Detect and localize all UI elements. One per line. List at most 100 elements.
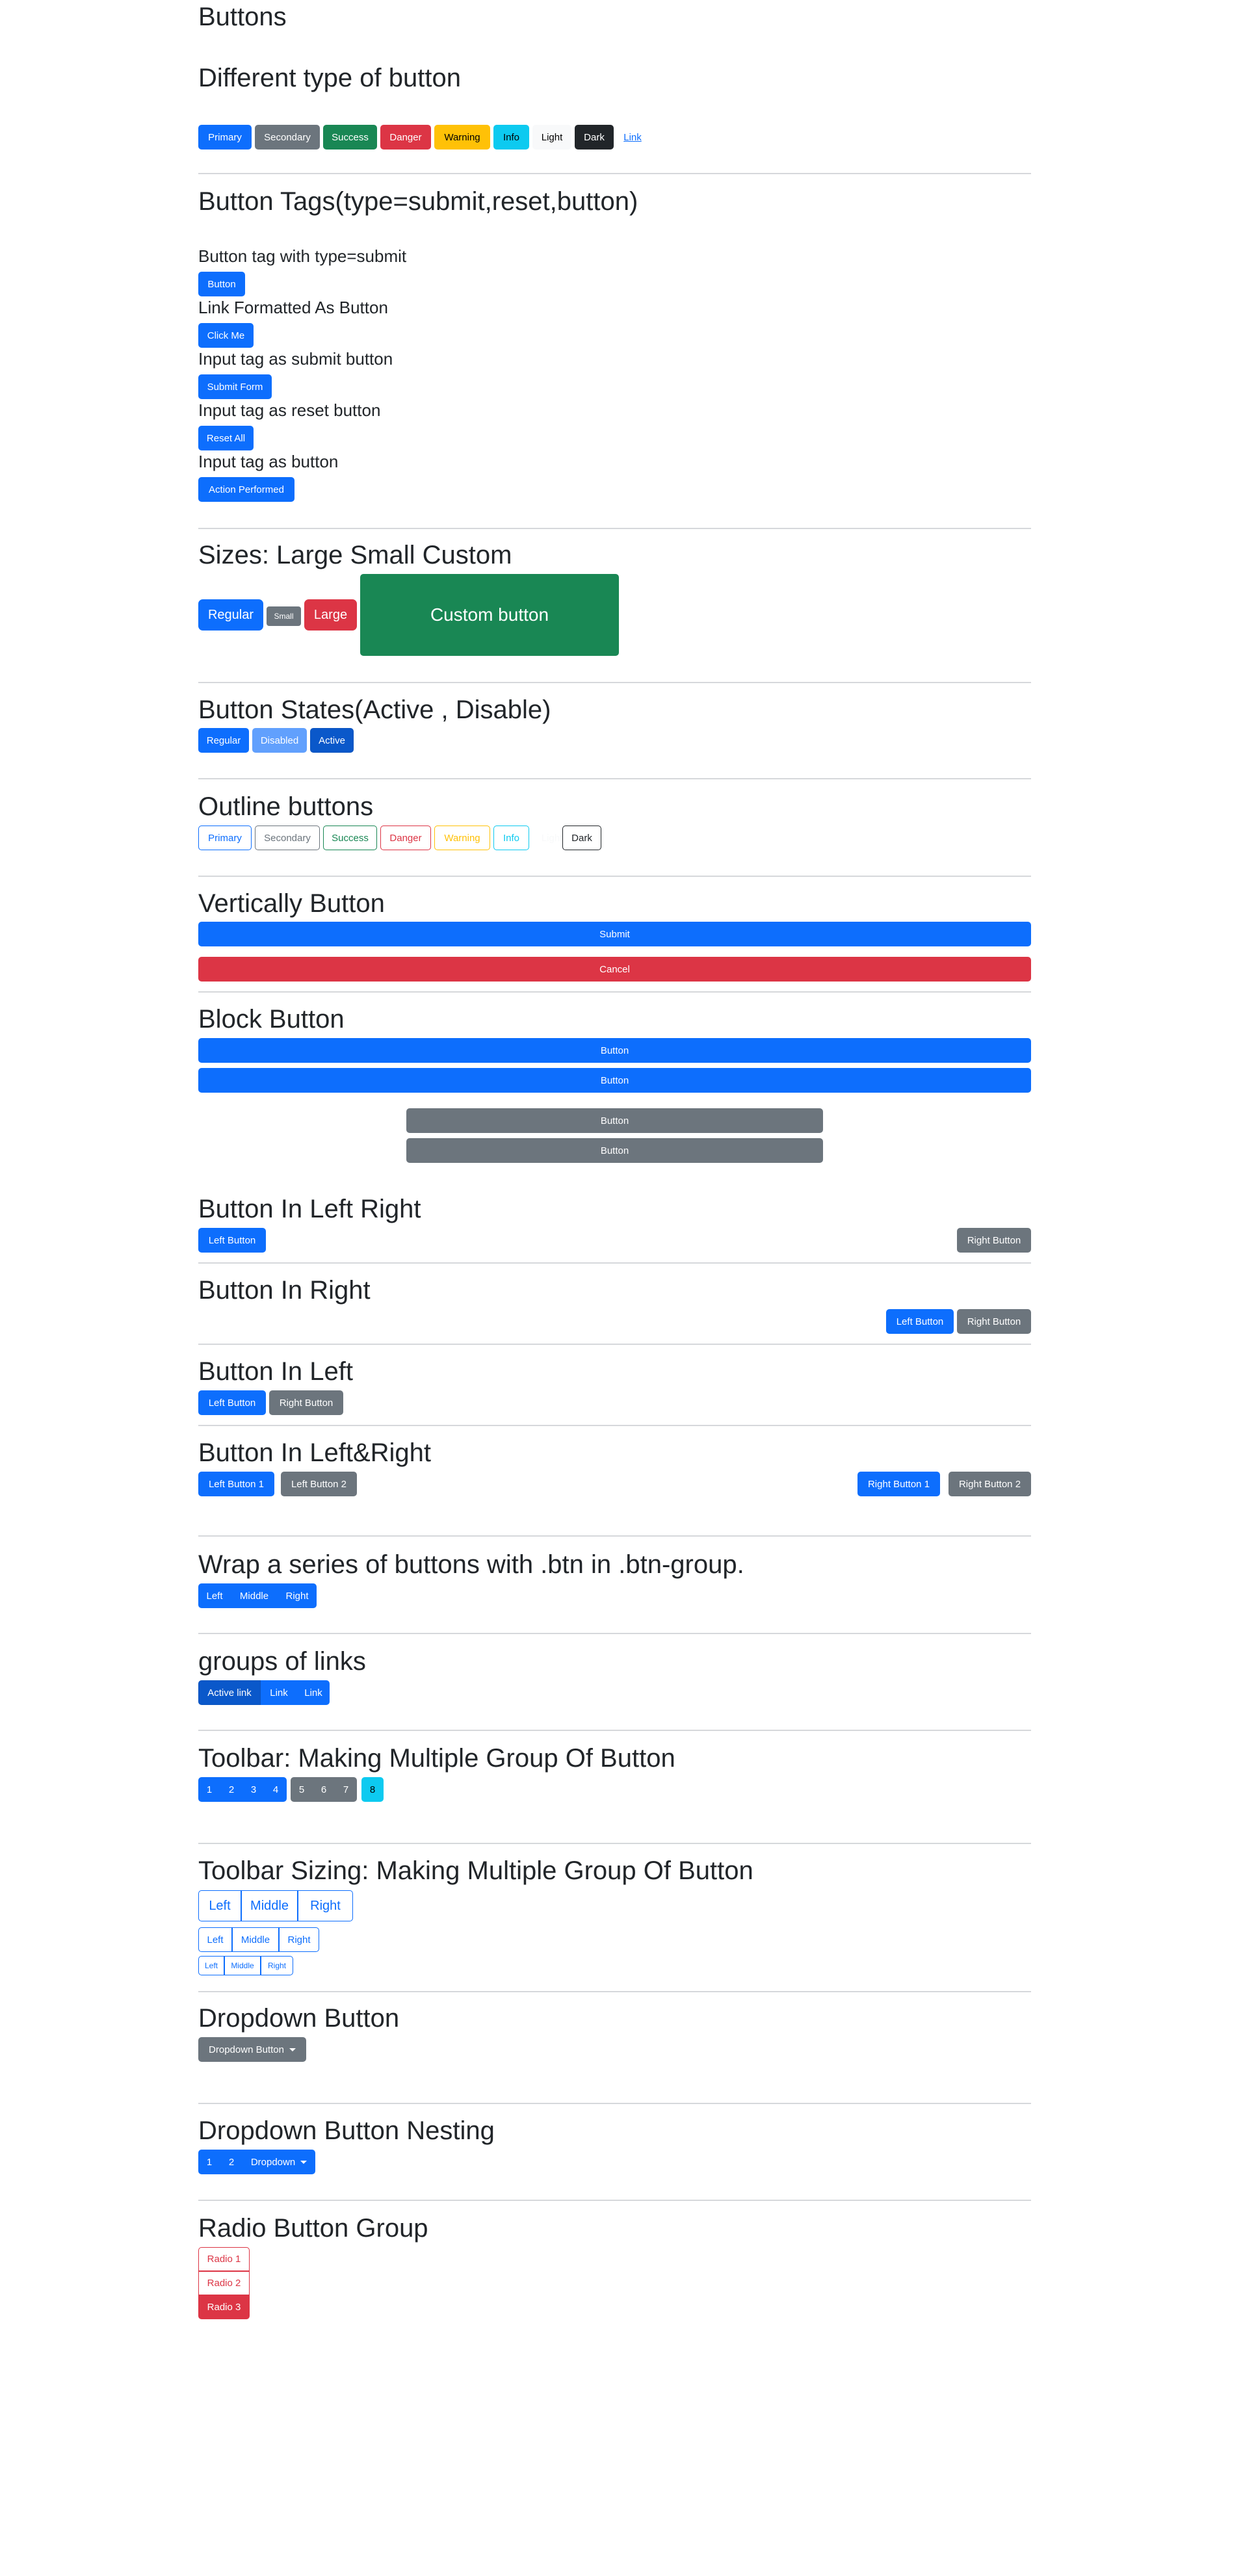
large-middle-button[interactable]: Middle: [241, 1890, 298, 1921]
right-button[interactable]: Right Button: [957, 1309, 1031, 1334]
block-button[interactable]: Button: [198, 1038, 1031, 1063]
info-button[interactable]: Info: [493, 125, 529, 150]
toolbar-group-2: 5 6 7: [291, 1777, 357, 1802]
large-right-button[interactable]: Right: [298, 1890, 353, 1921]
link-button[interactable]: Link: [617, 125, 648, 150]
outline-secondary-button[interactable]: Secondary: [255, 826, 320, 850]
submit-type-button[interactable]: Button: [198, 272, 245, 296]
toolbar-sizing-large-group: Left Middle Right: [198, 1890, 353, 1921]
click-me-link-button[interactable]: Click Me: [198, 323, 254, 348]
outline-primary-button[interactable]: Primary: [198, 826, 252, 850]
centered-block-button[interactable]: Button: [406, 1108, 823, 1133]
left-button[interactable]: Left Button: [198, 1228, 266, 1253]
warning-button[interactable]: Warning: [434, 125, 490, 150]
section-heading-block: Block Button: [198, 1005, 345, 1034]
toolbar-button-5[interactable]: 5: [291, 1777, 313, 1802]
primary-button[interactable]: Primary: [198, 125, 252, 150]
section-heading-dropdown-nesting: Dropdown Button Nesting: [198, 2116, 495, 2145]
secondary-button[interactable]: Secondary: [255, 125, 320, 150]
section-divider: [198, 876, 1031, 877]
danger-button[interactable]: Danger: [380, 125, 431, 150]
nested-dropdown-group: 1 2 Dropdown: [198, 2150, 315, 2174]
tag-label-submit: Button tag with type=submit: [198, 246, 407, 266]
toolbar-button-1[interactable]: 1: [198, 1777, 220, 1802]
dropdown-button[interactable]: Dropdown Button: [198, 2037, 306, 2062]
toolbar-group-3: 8: [361, 1777, 384, 1802]
large-size-button[interactable]: Large: [304, 599, 357, 631]
toolbar-button-6[interactable]: 6: [313, 1777, 335, 1802]
centered-block-button[interactable]: Button: [406, 1138, 823, 1163]
toolbar-button-4[interactable]: 4: [265, 1777, 287, 1802]
light-button[interactable]: Light: [532, 125, 571, 150]
outline-warning-button[interactable]: Warning: [434, 826, 490, 850]
section-divider: [198, 1730, 1031, 1731]
block-button[interactable]: Button: [198, 1068, 1031, 1093]
caret-down-icon: [289, 2048, 296, 2051]
radio-option-1[interactable]: Radio 1: [198, 2247, 250, 2271]
group-left-button[interactable]: Left: [198, 1583, 231, 1608]
outline-success-button[interactable]: Success: [323, 826, 377, 850]
small-size-button[interactable]: Small: [267, 606, 301, 626]
section-heading-toolbar-sizing: Toolbar Sizing: Making Multiple Group Of…: [198, 1856, 753, 1885]
group-middle-button[interactable]: Middle: [231, 1583, 278, 1608]
toolbar-button-2[interactable]: 2: [220, 1777, 242, 1802]
tag-label-input-button: Input tag as button: [198, 452, 339, 471]
right-button[interactable]: Right Button: [269, 1390, 343, 1415]
vertical-submit-button[interactable]: Submit: [198, 922, 1031, 946]
right-button-1[interactable]: Right Button 1: [857, 1472, 940, 1496]
state-regular-button[interactable]: Regular: [198, 728, 249, 753]
radio-option-2[interactable]: Radio 2: [198, 2271, 250, 2295]
section-heading-radio: Radio Button Group: [198, 2214, 428, 2243]
link-item[interactable]: Link: [261, 1680, 297, 1705]
outline-dark-button[interactable]: Dark: [562, 826, 601, 850]
right-button[interactable]: Right Button: [957, 1228, 1031, 1253]
action-performed-button[interactable]: Action Performed: [198, 477, 294, 502]
default-left-button[interactable]: Left: [198, 1927, 232, 1952]
tag-label-input-reset: Input tag as reset button: [198, 400, 381, 420]
toolbar-button-3[interactable]: 3: [242, 1777, 265, 1802]
group-right-button[interactable]: Right: [278, 1583, 317, 1608]
dropdown-label: Dropdown Button: [209, 2044, 284, 2055]
section-heading-tags: Button Tags(type=submit,reset,button): [198, 187, 638, 216]
section-divider: [198, 2103, 1031, 2104]
section-heading-types: Different type of button: [198, 64, 461, 92]
small-middle-button[interactable]: Middle: [224, 1956, 261, 1975]
section-divider: [198, 528, 1031, 529]
default-right-button[interactable]: Right: [279, 1927, 319, 1952]
section-heading-in-right: Button In Right: [198, 1276, 371, 1305]
section-heading-left-and-right: Button In Left&Right: [198, 1438, 432, 1467]
toolbar-button-8[interactable]: 8: [361, 1777, 384, 1802]
section-divider: [198, 2200, 1031, 2201]
section-heading-outline: Outline buttons: [198, 792, 374, 821]
link-item[interactable]: Link: [297, 1680, 330, 1705]
small-left-button[interactable]: Left: [198, 1956, 224, 1975]
radio-option-3-selected[interactable]: Radio 3: [198, 2295, 250, 2319]
small-right-button[interactable]: Right: [261, 1956, 293, 1975]
section-divider: [198, 1262, 1031, 1264]
section-heading-link-group: groups of links: [198, 1647, 366, 1676]
outline-danger-button[interactable]: Danger: [380, 826, 431, 850]
nested-button-2[interactable]: 2: [220, 2150, 242, 2174]
toolbar-button-7[interactable]: 7: [335, 1777, 357, 1802]
nested-dropdown-label: Dropdown: [250, 2156, 296, 2168]
nested-dropdown-button[interactable]: Dropdown: [242, 2150, 315, 2174]
active-link[interactable]: Active link: [198, 1680, 261, 1705]
vertical-cancel-button[interactable]: Cancel: [198, 957, 1031, 982]
default-middle-button[interactable]: Middle: [232, 1927, 279, 1952]
left-button-2[interactable]: Left Button 2: [281, 1472, 357, 1496]
left-button[interactable]: Left Button: [198, 1390, 266, 1415]
nested-button-1[interactable]: 1: [198, 2150, 220, 2174]
success-button[interactable]: Success: [323, 125, 377, 150]
large-left-button[interactable]: Left: [198, 1890, 241, 1921]
reset-all-button[interactable]: Reset All: [198, 426, 254, 450]
left-button[interactable]: Left Button: [886, 1309, 954, 1334]
custom-size-button[interactable]: Custom button: [360, 574, 619, 656]
state-active-button[interactable]: Active: [310, 728, 354, 753]
regular-size-button[interactable]: Regular: [198, 599, 263, 631]
submit-form-button[interactable]: Submit Form: [198, 374, 272, 399]
outline-info-button[interactable]: Info: [493, 826, 529, 850]
right-button-2[interactable]: Right Button 2: [949, 1472, 1031, 1496]
section-heading-dropdown: Dropdown Button: [198, 2004, 400, 2033]
left-button-1[interactable]: Left Button 1: [198, 1472, 274, 1496]
dark-button[interactable]: Dark: [575, 125, 614, 150]
